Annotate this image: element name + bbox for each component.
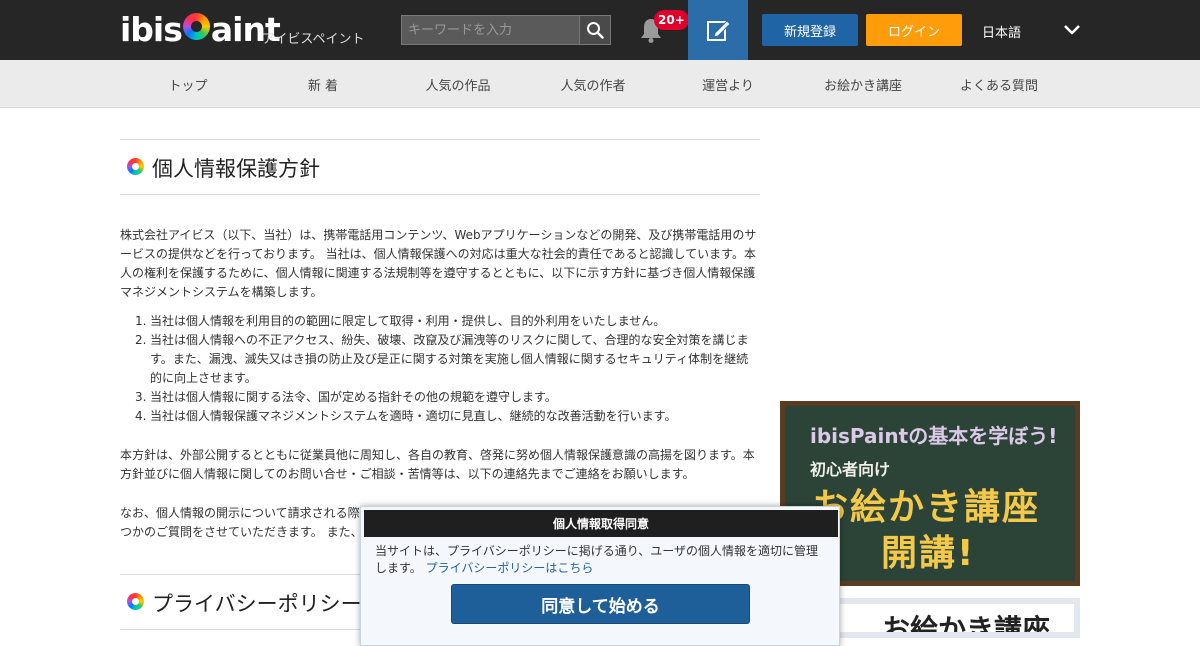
consent-dialog: 個人情報取得同意 当サイトは、プライバシーポリシーに掲げる通り、ユーザの個人情報…	[360, 506, 840, 646]
nav-item-announcements[interactable]: 運営より	[702, 75, 754, 94]
color-wheel-icon	[182, 12, 210, 40]
list-item: 2. 当社は個人情報への不正アクセス、紛失、破壊、改竄及び漏洩等のリスクに関して、…	[135, 331, 760, 388]
language-label[interactable]: 日本語	[982, 22, 1021, 41]
banner-2-title: お絵かき講座	[882, 613, 1051, 632]
section-color-wheel-icon	[127, 158, 144, 175]
list-text: 当社は個人情報への不正アクセス、紛失、破壊、改竄及び漏洩等のリスクに関して、合理…	[150, 333, 749, 385]
post-artwork-button[interactable]	[688, 0, 748, 60]
list-text: 当社は個人情報を利用目的の範囲に限定して取得・利用・提供し、目的外利用をいたしま…	[150, 314, 666, 328]
logo-subtitle: アイビスペイント	[262, 32, 365, 47]
banner-title-2: 開講!	[881, 533, 976, 574]
nav-item-top[interactable]: トップ	[168, 75, 207, 94]
intro-paragraph: 株式会社アイビス（以下、当社）は、携帯電話用コンテンツ、Webアプリケーションな…	[120, 228, 757, 299]
list-text: 当社は個人情報に関する法令、国が定める指針その他の規範を遵守します。	[150, 390, 557, 404]
logo-text-left: ibis	[120, 9, 183, 49]
banner-headline: ibisPaintの基本を学ぼう!	[810, 424, 1058, 448]
privacy-policy-link[interactable]: プライバシーポリシーはこちら	[426, 561, 594, 575]
page-title: 個人情報保護方針	[152, 157, 320, 181]
site-logo[interactable]: ibis aint	[120, 9, 281, 49]
nav-item-popular-works[interactable]: 人気の作品	[425, 75, 490, 94]
search-box	[401, 15, 611, 45]
list-number: 4.	[135, 409, 147, 423]
agree-button[interactable]: 同意して始める	[451, 584, 750, 624]
section-color-wheel-icon	[127, 593, 144, 610]
list-item: 1. 当社は個人情報を利用目的の範囲に限定して取得・利用・提供し、目的外利用をいた…	[135, 312, 760, 331]
consent-title: 個人情報取得同意	[364, 510, 838, 537]
nav-item-popular-artists[interactable]: 人気の作者	[560, 75, 625, 94]
main-nav: トップ 新 着 人気の作品 人気の作者 運営より お絵かき講座 よくある質問	[0, 60, 1200, 108]
banner-title: お絵かき講座	[812, 487, 1041, 528]
divider	[120, 194, 760, 195]
top-bar: ibis aint アイビスペイント 20+ 新規登録 ログイン 日本語	[0, 0, 1200, 60]
register-button[interactable]: 新規登録	[762, 14, 858, 46]
contact-paragraph: 本方針は、外部公開するとともに従業員他に周知し、各自の教育、啓発に努め個人情報保…	[120, 448, 755, 481]
list-number: 3.	[135, 390, 147, 404]
nav-item-tutorials[interactable]: お絵かき講座	[824, 75, 902, 94]
login-button[interactable]: ログイン	[866, 14, 962, 46]
chevron-down-icon[interactable]	[1062, 20, 1082, 40]
search-input[interactable]	[401, 15, 579, 45]
list-number: 2.	[135, 333, 147, 347]
search-button[interactable]	[579, 15, 611, 45]
banner-subline: 初心者向け	[810, 460, 891, 479]
section-title-privacy: プライバシーポリシー	[152, 592, 362, 616]
list-number: 1.	[135, 314, 147, 328]
nav-item-faq[interactable]: よくある質問	[960, 75, 1038, 94]
list-item: 4. 当社は個人情報保護マネジメントシステムを適時・適切に見直し、継続的な改善活動…	[135, 407, 760, 426]
notification-badge: 20+	[654, 10, 689, 30]
search-icon	[587, 22, 604, 39]
edit-icon	[707, 20, 731, 41]
divider	[120, 139, 760, 140]
policy-list: 1. 当社は個人情報を利用目的の範囲に限定して取得・利用・提供し、目的外利用をいた…	[135, 312, 760, 426]
list-text: 当社は個人情報保護マネジメントシステムを適時・適切に見直し、継続的な改善活動を行…	[150, 409, 677, 423]
list-item: 3. 当社は個人情報に関する法令、国が定める指針その他の規範を遵守します。	[135, 388, 760, 407]
consent-message: 当サイトは、プライバシーポリシーに掲げる通り、ユーザの個人情報を適切に管理します…	[375, 543, 827, 577]
nav-item-new[interactable]: 新 着	[308, 75, 338, 94]
